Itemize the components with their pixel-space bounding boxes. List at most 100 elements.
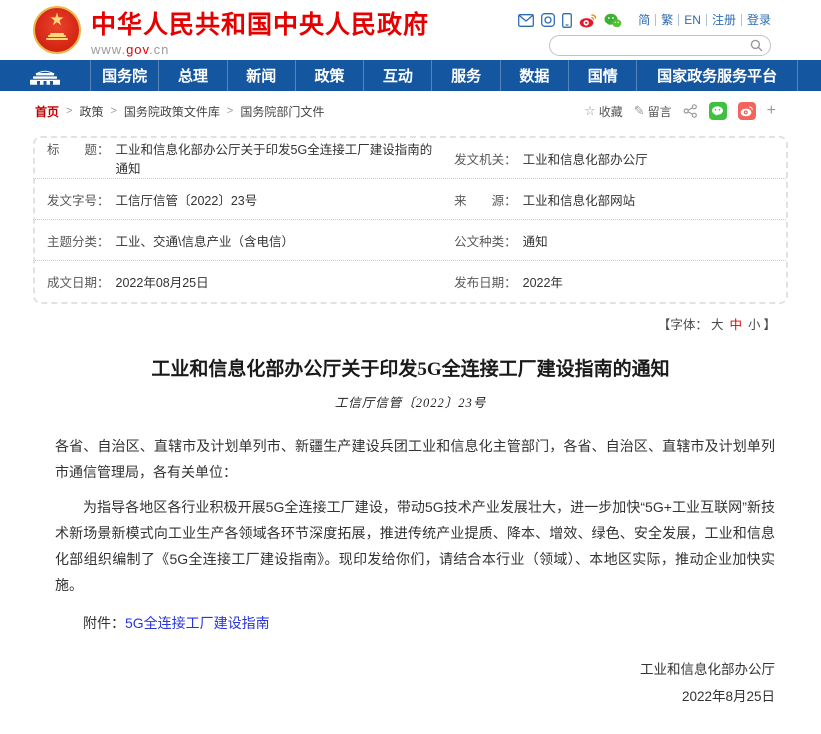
nav-item-premier[interactable]: 总理 xyxy=(158,60,226,91)
lang-link-en[interactable]: EN xyxy=(679,14,707,26)
body-paragraph: 为指导各地区各行业积极开展5G全连接工厂建设，带动5G技术产业发展壮大，进一步加… xyxy=(55,494,775,598)
brand-logo[interactable]: ★ 中华人民共和国中央人民政府 www.gov.cn xyxy=(33,6,429,57)
mail-icon[interactable] xyxy=(518,14,534,27)
meta-cell-category: 主题分类： 工业、交通\信息产业（含电信） xyxy=(47,231,454,250)
lang-link-simplified[interactable]: 简 xyxy=(633,14,656,26)
font-size-medium-button[interactable]: 中 xyxy=(726,318,745,332)
register-link[interactable]: 注册 xyxy=(707,14,742,26)
comment-button[interactable]: ✎ 留言 xyxy=(634,103,672,120)
attachment-line: 附件：5G全连接工厂建设指南 xyxy=(55,610,775,636)
weibo-icon[interactable] xyxy=(579,13,597,28)
attachment-link[interactable]: 5G全连接工厂建设指南 xyxy=(125,615,270,631)
breadcrumb-separator: > xyxy=(66,105,72,117)
meta-label-source: 来 源： xyxy=(454,190,517,209)
search-box xyxy=(549,35,771,56)
salutation-paragraph: 各省、自治区、直辖市及计划单列市、新疆生产建设兵团工业和信息化主管部门，各省、自… xyxy=(55,433,775,485)
mobile-icon[interactable] xyxy=(562,13,572,28)
nav-home-gate-icon[interactable] xyxy=(0,60,90,91)
emblem-gate-icon xyxy=(46,33,68,43)
page: ★ 中华人民共和国中央人民政府 www.gov.cn xyxy=(0,0,821,710)
meta-cell-doc-type: 公文种类： 通知 xyxy=(454,231,774,250)
meta-value-publish-date: 2022年 xyxy=(523,272,563,291)
nav-item-interaction[interactable]: 互动 xyxy=(363,60,431,91)
nav-item-news[interactable]: 新闻 xyxy=(227,60,295,91)
meta-cell-publish-date: 发布日期： 2022年 xyxy=(454,272,774,291)
site-title: 中华人民共和国中央人民政府 xyxy=(91,10,429,40)
nav-spacer xyxy=(797,60,821,91)
main-nav: 国务院 总理 新闻 政策 互动 服务 数据 国情 国家政务服务平台 xyxy=(0,60,821,91)
brand-text: 中华人民共和国中央人民政府 www.gov.cn xyxy=(91,6,429,57)
header-icon-row: 简 繁 EN 注册 登录 xyxy=(549,10,771,30)
article-doc-number: 工信厅信管〔2022〕23号 xyxy=(0,392,821,411)
share-weibo-button[interactable] xyxy=(738,102,756,120)
header-right: 简 繁 EN 注册 登录 xyxy=(549,10,771,56)
breadcrumb-policy[interactable]: 政策 xyxy=(79,103,103,120)
share-button[interactable] xyxy=(683,104,698,118)
favorite-label: 收藏 xyxy=(599,103,623,120)
font-size-bar: 【字体：大中小】 xyxy=(0,314,776,333)
site-url: www.gov.cn xyxy=(91,42,429,57)
lang-link-traditional[interactable]: 繁 xyxy=(656,14,679,26)
breadcrumb: 首页 > 政策 > 国务院政策文件库 > 国务院部门文件 xyxy=(35,103,324,120)
meta-value-doc-number: 工信厅信管〔2022〕23号 xyxy=(116,190,258,209)
login-link[interactable]: 登录 xyxy=(742,14,771,26)
url-cn: .cn xyxy=(149,42,169,57)
meta-row-dates: 成文日期： 2022年08月25日 发布日期： 2022年 xyxy=(35,261,786,302)
nav-item-services[interactable]: 服务 xyxy=(431,60,499,91)
article: 工业和信息化部办公厅关于印发5G全连接工厂建设指南的通知 工信厅信管〔2022〕… xyxy=(0,357,821,710)
share-wechat-button[interactable] xyxy=(709,102,727,120)
meta-label-category: 主题分类： xyxy=(47,231,110,250)
font-size-large-button[interactable]: 大 xyxy=(708,318,727,332)
search-input[interactable] xyxy=(549,35,771,56)
nav-item-gov-service-platform[interactable]: 国家政务服务平台 xyxy=(636,60,797,91)
comment-label: 留言 xyxy=(648,103,672,120)
font-size-prefix: 【字体： xyxy=(658,318,708,332)
document-meta-table: 标 题： 工业和信息化部办公厅关于印发5G全连接工厂建设指南的通知 发文机关： … xyxy=(33,136,788,304)
meta-label-written-date: 成文日期： xyxy=(47,272,110,291)
article-title: 工业和信息化部办公厅关于印发5G全连接工厂建设指南的通知 xyxy=(60,357,761,383)
more-tools-button[interactable]: + xyxy=(767,103,776,119)
client-app-icon[interactable] xyxy=(541,13,555,27)
meta-row-doc-number: 发文字号： 工信厅信管〔2022〕23号 来 源： 工业和信息化部网站 xyxy=(35,179,786,220)
nav-item-policy[interactable]: 政策 xyxy=(295,60,363,91)
meta-cell-title: 标 题： 工业和信息化部办公厅关于印发5G全连接工厂建设指南的通知 xyxy=(47,139,454,177)
meta-value-issuing-agency: 工业和信息化部办公厅 xyxy=(523,149,648,168)
nav-item-data[interactable]: 数据 xyxy=(500,60,568,91)
search-icon[interactable] xyxy=(750,39,763,57)
signature-date: 2022年8月25日 xyxy=(0,683,775,710)
meta-value-title: 工业和信息化部办公厅关于印发5G全连接工厂建设指南的通知 xyxy=(116,139,445,177)
meta-value-category: 工业、交通\信息产业（含电信） xyxy=(116,231,294,250)
font-size-small-button[interactable]: 小 xyxy=(745,318,764,332)
breadcrumb-separator: > xyxy=(110,105,116,117)
font-size-suffix: 】 xyxy=(763,318,776,332)
meta-row-title: 标 题： 工业和信息化部办公厅关于印发5G全连接工厂建设指南的通知 发文机关： … xyxy=(35,138,786,179)
url-www: www. xyxy=(91,42,126,57)
meta-value-source: 工业和信息化部网站 xyxy=(523,190,636,209)
national-emblem-icon: ★ xyxy=(33,6,81,54)
meta-label-publish-date: 发布日期： xyxy=(454,272,517,291)
signature-block: 工业和信息化部办公厅 2022年8月25日 xyxy=(0,656,775,710)
lang-links: 简 繁 EN 注册 登录 xyxy=(633,14,771,26)
meta-label-doc-type: 公文种类： xyxy=(454,231,517,250)
breadcrumb-separator: > xyxy=(227,105,233,117)
nav-item-national-conditions[interactable]: 国情 xyxy=(568,60,636,91)
breadcrumb-department-documents[interactable]: 国务院部门文件 xyxy=(240,103,324,120)
star-icon: ☆ xyxy=(584,103,596,119)
breadcrumb-policy-library[interactable]: 国务院政策文件库 xyxy=(124,103,220,120)
breadcrumb-home[interactable]: 首页 xyxy=(35,103,59,120)
meta-label-title: 标 题： xyxy=(47,139,110,158)
emblem-star-icon: ★ xyxy=(35,11,79,28)
page-tools: ☆ 收藏 ✎ 留言 + xyxy=(584,102,776,120)
meta-cell-written-date: 成文日期： 2022年08月25日 xyxy=(47,272,454,291)
attachment-label: 附件： xyxy=(83,615,125,631)
breadcrumb-row: 首页 > 政策 > 国务院政策文件库 > 国务院部门文件 ☆ 收藏 ✎ 留言 xyxy=(0,91,821,124)
url-gov: gov xyxy=(126,42,149,57)
site-header: ★ 中华人民共和国中央人民政府 www.gov.cn xyxy=(0,0,821,60)
meta-value-written-date: 2022年08月25日 xyxy=(116,272,209,291)
pencil-icon: ✎ xyxy=(634,103,645,119)
nav-item-state-council[interactable]: 国务院 xyxy=(90,60,158,91)
signature-agency: 工业和信息化部办公厅 xyxy=(0,656,775,683)
favorite-button[interactable]: ☆ 收藏 xyxy=(584,103,623,120)
meta-cell-issuing-agency: 发文机关： 工业和信息化部办公厅 xyxy=(454,149,774,168)
wechat-icon[interactable] xyxy=(604,13,622,28)
